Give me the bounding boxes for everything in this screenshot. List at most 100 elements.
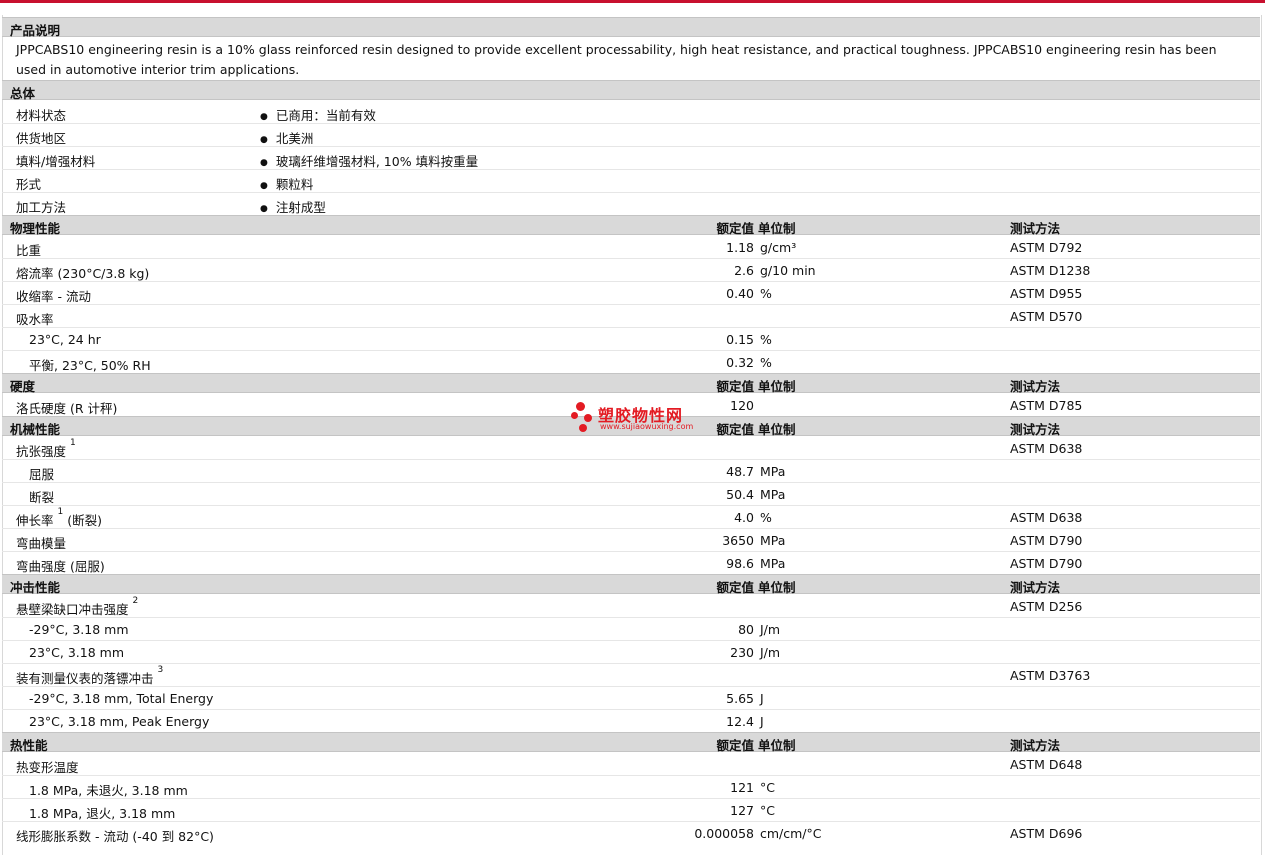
header-method: 测试方法 bbox=[1010, 580, 1061, 595]
section-title: 产品说明 bbox=[10, 23, 61, 38]
row-label: 加工方法 bbox=[16, 200, 67, 215]
property-subrow: 23°C, 3.18 mm, Peak Energy 12.4 J bbox=[2, 710, 1260, 733]
row-value: 注射成型 bbox=[260, 197, 326, 216]
property-row: 收缩率 - 流动 0.40 % ASTM D955 bbox=[2, 282, 1260, 305]
section-title: 硬度 bbox=[10, 379, 36, 394]
property-subrow: 23°C, 3.18 mm 230 J/m bbox=[2, 641, 1260, 664]
row-value: 3650 bbox=[722, 533, 754, 548]
header-value: 额定值 bbox=[716, 738, 754, 753]
row-value: 2.6 bbox=[734, 263, 754, 278]
header-unit: 单位制 bbox=[758, 580, 796, 595]
general-row: 填料/增强材料 玻璃纤维增强材料, 10% 填料按重量 bbox=[2, 147, 1260, 170]
row-method: ASTM D638 bbox=[1010, 441, 1083, 456]
row-value: 1.18 bbox=[726, 240, 754, 255]
section-title: 机械性能 bbox=[10, 422, 61, 437]
row-label: 形式 bbox=[16, 177, 42, 192]
watermark-url: www.sujiaowuxing.com bbox=[600, 422, 694, 431]
row-unit: % bbox=[760, 510, 772, 525]
row-unit: °C bbox=[760, 803, 775, 818]
row-label: 填料/增强材料 bbox=[16, 154, 96, 169]
property-row: 弯曲模量 3650 MPa ASTM D790 bbox=[2, 529, 1260, 552]
row-value: 12.4 bbox=[726, 714, 754, 729]
row-value: 北美洲 bbox=[260, 128, 314, 147]
row-label: -29°C, 3.18 mm, Total Energy bbox=[29, 691, 214, 706]
header-value: 额定值 bbox=[716, 221, 754, 236]
general-row: 加工方法 注射成型 bbox=[2, 193, 1260, 216]
header-unit: 单位制 bbox=[758, 422, 796, 437]
row-label-text: 悬壁梁缺口冲击强度 bbox=[16, 602, 129, 617]
row-unit: % bbox=[760, 355, 772, 370]
row-unit: g/cm³ bbox=[760, 240, 797, 255]
row-unit: J bbox=[760, 714, 764, 729]
watermark-dots-icon bbox=[570, 400, 598, 436]
property-subrow: 1.8 MPa, 未退火, 3.18 mm 121 °C bbox=[2, 776, 1260, 799]
general-row: 供货地区 北美洲 bbox=[2, 124, 1260, 147]
property-subrow: 平衡, 23°C, 50% RH 0.32 % bbox=[2, 351, 1260, 374]
row-label: 弯曲模量 bbox=[16, 536, 67, 551]
row-unit: MPa bbox=[760, 464, 786, 479]
row-value: 0.32 bbox=[726, 355, 754, 370]
row-label-text: 装有测量仪表的落镖冲击 bbox=[16, 671, 154, 686]
property-row: 伸长率 1 (断裂) 4.0 % ASTM D638 bbox=[2, 506, 1260, 529]
row-method: ASTM D648 bbox=[1010, 757, 1083, 772]
header-unit: 单位制 bbox=[758, 738, 796, 753]
row-value: 80 bbox=[738, 622, 754, 637]
row-label: -29°C, 3.18 mm bbox=[29, 622, 129, 637]
row-unit: MPa bbox=[760, 533, 786, 548]
row-label: 装有测量仪表的落镖冲击 3 bbox=[16, 664, 164, 687]
header-method: 测试方法 bbox=[1010, 379, 1061, 394]
section-header-description: 产品说明 bbox=[2, 17, 1260, 38]
row-label: 23°C, 3.18 mm bbox=[29, 645, 124, 660]
section-header-thermal: 热性能 额定值 单位制 测试方法 bbox=[2, 732, 1260, 753]
row-label: 断裂 bbox=[29, 490, 55, 505]
section-title: 热性能 bbox=[10, 738, 48, 753]
footnote-marker: 3 bbox=[157, 664, 164, 675]
header-value: 额定值 bbox=[716, 379, 754, 394]
header-unit: 单位制 bbox=[758, 221, 796, 236]
row-value: 230 bbox=[730, 645, 754, 660]
row-label: 23°C, 3.18 mm, Peak Energy bbox=[29, 714, 210, 729]
footnote-marker: 2 bbox=[132, 595, 139, 606]
row-unit: % bbox=[760, 286, 772, 301]
row-value: 48.7 bbox=[726, 464, 754, 479]
row-method: ASTM D3763 bbox=[1010, 668, 1091, 683]
row-unit: J bbox=[760, 691, 764, 706]
row-value: 0.15 bbox=[726, 332, 754, 347]
row-label: 抗张强度 1 bbox=[16, 438, 76, 460]
row-label-text: 抗张强度 bbox=[16, 444, 67, 459]
header-method: 测试方法 bbox=[1010, 221, 1061, 236]
row-method: ASTM D790 bbox=[1010, 556, 1083, 571]
property-row: 弯曲强度 (屈服) 98.6 MPa ASTM D790 bbox=[2, 552, 1260, 575]
row-unit: °C bbox=[760, 780, 775, 795]
row-label: 弯曲强度 (屈服) bbox=[16, 559, 105, 574]
property-row: 悬壁梁缺口冲击强度 2 ASTM D256 bbox=[2, 595, 1260, 618]
product-description: JPPCABS10 engineering resin is a 10% gla… bbox=[16, 42, 1217, 77]
property-row: 装有测量仪表的落镖冲击 3 ASTM D3763 bbox=[2, 664, 1260, 687]
header-unit: 单位制 bbox=[758, 379, 796, 394]
row-value: 颗粒料 bbox=[260, 174, 314, 193]
row-value: 127 bbox=[730, 803, 754, 818]
property-row: 熔流率 (230°C/3.8 kg) 2.6 g/10 min ASTM D12… bbox=[2, 259, 1260, 282]
row-unit: cm/cm/°C bbox=[760, 826, 822, 841]
row-method: ASTM D638 bbox=[1010, 510, 1083, 525]
row-label: 熔流率 (230°C/3.8 kg) bbox=[16, 266, 150, 281]
header-method: 测试方法 bbox=[1010, 422, 1061, 437]
row-value: 120 bbox=[730, 398, 754, 413]
row-value: 已商用：当前有效 bbox=[260, 105, 376, 124]
header-value: 额定值 bbox=[716, 422, 754, 437]
row-method: ASTM D696 bbox=[1010, 826, 1083, 841]
row-label: 比重 bbox=[16, 243, 42, 258]
section-title: 冲击性能 bbox=[10, 580, 61, 595]
watermark-logo: 塑胶物性网 www.sujiaowuxing.com bbox=[570, 400, 710, 436]
row-label: 吸水率 bbox=[16, 312, 54, 327]
row-value: 玻璃纤维增强材料, 10% 填料按重量 bbox=[260, 151, 478, 170]
row-method: ASTM D256 bbox=[1010, 599, 1083, 614]
row-label: 收缩率 - 流动 bbox=[16, 289, 91, 304]
section-header-hardness: 硬度 额定值 单位制 测试方法 bbox=[2, 373, 1260, 394]
row-value: 4.0 bbox=[734, 510, 754, 525]
footnote-marker: 1 bbox=[57, 506, 64, 517]
row-label: 23°C, 24 hr bbox=[29, 332, 101, 347]
row-label: 1.8 MPa, 退火, 3.18 mm bbox=[29, 806, 176, 821]
row-label-text: 伸长率 bbox=[16, 513, 54, 528]
row-value: 0.000058 bbox=[694, 826, 754, 841]
